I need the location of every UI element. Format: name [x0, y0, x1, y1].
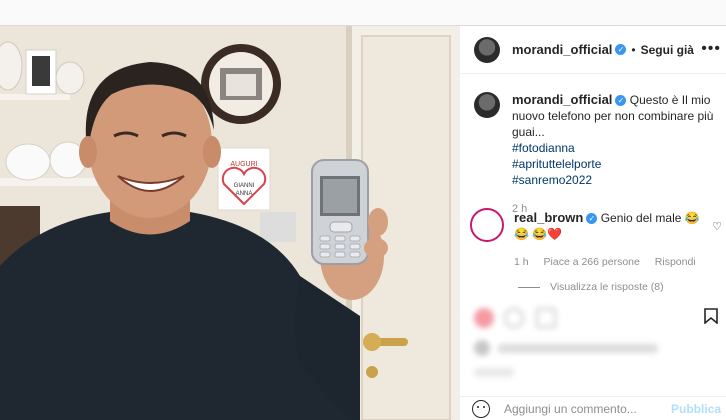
blurred-action-area: [460, 296, 726, 391]
add-comment-bar: Aggiungi un commento... Pubblica: [460, 396, 726, 420]
reply-button[interactable]: Rispondi: [655, 256, 696, 268]
comment-icon[interactable]: [504, 308, 524, 328]
browser-top-bar: [0, 0, 726, 26]
separator-dot: •: [631, 42, 636, 57]
publish-button[interactable]: Pubblica: [671, 402, 721, 416]
commenter-username[interactable]: real_brown: [514, 210, 583, 225]
liker-avatar: [474, 340, 490, 356]
view-replies-label: Visualizza le risposte (8): [550, 281, 664, 293]
caption-avatar[interactable]: [474, 92, 500, 118]
author-avatar[interactable]: [474, 36, 500, 63]
follow-status-button[interactable]: Segui già: [641, 43, 694, 57]
comment-likes-link[interactable]: Piace a 266 persone: [544, 256, 640, 268]
share-icon[interactable]: [536, 308, 556, 328]
verified-badge-icon: ✓: [615, 95, 627, 106]
post-caption: morandi_official ✓ Questo è Il mio nuovo …: [474, 92, 719, 217]
sign-text-3: ANNA: [236, 191, 253, 197]
likes-summary-text: [498, 344, 658, 353]
verified-badge-icon: ✓: [615, 44, 627, 55]
verified-badge-icon: ✓: [586, 213, 598, 224]
caption-username[interactable]: morandi_official: [512, 92, 612, 107]
hashtag-link[interactable]: #aprituttelelporte: [512, 156, 719, 172]
hashtag-link[interactable]: #sanremo2022: [512, 172, 719, 188]
heart-icon[interactable]: [474, 308, 494, 328]
caption-body: morandi_official ✓ Questo è Il mio nuovo …: [512, 92, 719, 217]
post-photo: AUGURI GIANNI ANNA: [0, 26, 459, 420]
sign-text-2: GIANNI: [234, 183, 255, 189]
post-side-panel: morandi_official ✓ • Segui già ••• moran…: [459, 26, 726, 420]
more-options-icon[interactable]: •••: [701, 40, 721, 58]
like-comment-heart-icon[interactable]: ♡: [712, 220, 722, 233]
post-date-text: [474, 368, 514, 377]
hashtag-link[interactable]: #fotodianna: [512, 140, 719, 156]
post-header: morandi_official ✓ • Segui già •••: [460, 26, 726, 74]
replies-line-divider: [518, 286, 540, 288]
bookmark-icon[interactable]: [704, 308, 718, 324]
author-username[interactable]: morandi_official: [512, 42, 612, 57]
comment-timestamp[interactable]: 1 h: [514, 256, 529, 268]
comment-body: real_brown ✓ Genio del male 😂😂 😂❤️ 1 h Pi…: [514, 210, 714, 270]
commenter-avatar[interactable]: [470, 208, 504, 242]
comment-item: real_brown ✓ Genio del male 😂😂 😂❤️ 1 h Pi…: [470, 208, 726, 270]
comment-input[interactable]: Aggiungi un commento...: [504, 402, 671, 416]
photo-illustration: AUGURI GIANNI ANNA: [0, 26, 459, 420]
comment-meta: 1 h Piace a 266 persone Rispondi: [514, 254, 714, 270]
view-replies-button[interactable]: Visualizza le risposte (8): [518, 281, 664, 293]
emoji-picker-icon[interactable]: [472, 399, 490, 418]
